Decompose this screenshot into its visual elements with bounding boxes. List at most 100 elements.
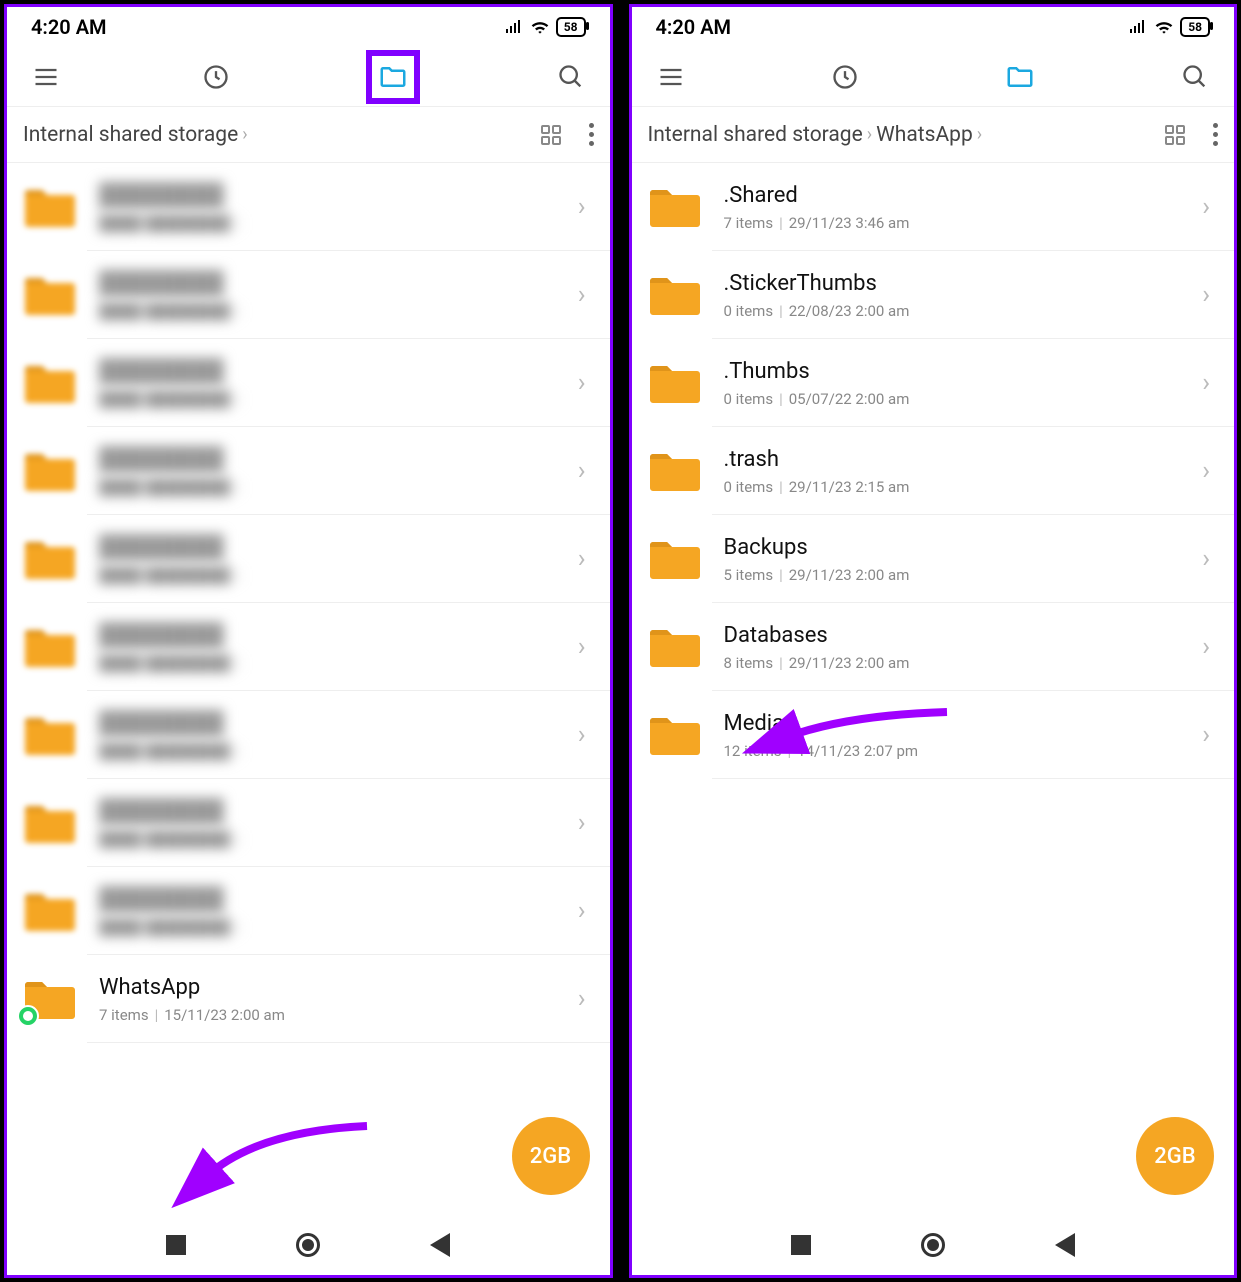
folder-icon xyxy=(23,977,75,1021)
nav-home[interactable] xyxy=(292,1229,324,1261)
folder-name: ████████ xyxy=(99,358,578,384)
list-item[interactable]: .Shared 7 items|29/11/23 3:46 am › xyxy=(632,163,1235,251)
folder-meta: 7 items|29/11/23 3:46 am xyxy=(724,214,1203,232)
folder-name: ████████ xyxy=(99,534,578,560)
list-item[interactable]: ████████ ████ ████████| › xyxy=(7,515,610,603)
folder-icon xyxy=(648,449,700,493)
chevron-right-icon: › xyxy=(1202,368,1234,398)
nav-home[interactable] xyxy=(917,1229,949,1261)
folder-name: Backups xyxy=(724,535,1203,560)
chevron-right-icon: › xyxy=(578,984,610,1014)
list-item[interactable]: ████████ ████ ████████| › xyxy=(7,603,610,691)
folder-meta: ████ ████████| xyxy=(99,566,578,584)
status-bar: 4:20 AM 58 xyxy=(632,7,1235,47)
folder-name: ████████ xyxy=(99,886,578,912)
list-item[interactable]: ████████ ████ ████████| › xyxy=(7,251,610,339)
folder-icon xyxy=(648,273,700,317)
more-button[interactable] xyxy=(589,123,594,146)
chevron-right-icon: › xyxy=(1202,280,1234,310)
list-item[interactable]: ████████ ████ ████████| › xyxy=(7,779,610,867)
folder-name: .Thumbs xyxy=(724,359,1203,384)
menu-button[interactable] xyxy=(27,58,65,96)
folder-meta: ████ ████████| xyxy=(99,390,578,408)
chevron-right-icon: › xyxy=(977,124,982,145)
list-item[interactable]: ████████ ████ ████████| › xyxy=(7,427,610,515)
folder-icon xyxy=(23,625,75,669)
toolbar xyxy=(632,47,1235,107)
list-item[interactable]: .Thumbs 0 items|05/07/22 2:00 am › xyxy=(632,339,1235,427)
chevron-right-icon: › xyxy=(578,368,610,398)
view-grid-button[interactable] xyxy=(539,123,563,147)
folder-tab-button[interactable] xyxy=(374,58,412,96)
folder-meta: 8 items|29/11/23 2:00 am xyxy=(724,654,1203,672)
phone-right: 4:20 AM 58 Internal shared storage › Wha… xyxy=(629,4,1238,1278)
folder-name: ████████ xyxy=(99,446,578,472)
list-item[interactable]: ████████ ████ ████████| › xyxy=(7,163,610,251)
list-item[interactable]: Databases 8 items|29/11/23 2:00 am › xyxy=(632,603,1235,691)
breadcrumb-item[interactable]: WhatsApp xyxy=(876,123,973,147)
file-list[interactable]: ████████ ████ ████████| › ████████ ████ … xyxy=(7,163,610,1215)
folder-tab-button[interactable] xyxy=(1001,58,1039,96)
breadcrumb-item[interactable]: Internal shared storage xyxy=(23,123,238,147)
chevron-right-icon: › xyxy=(578,192,610,222)
folder-icon xyxy=(23,361,75,405)
folder-meta: ████ ████████| xyxy=(99,302,578,320)
folder-name: ████████ xyxy=(99,270,578,296)
folder-name: WhatsApp xyxy=(99,975,578,1000)
folder-icon xyxy=(648,713,700,757)
folder-name: .Shared xyxy=(724,183,1203,208)
list-item[interactable]: ████████ ████ ████████| › xyxy=(7,867,610,955)
breadcrumb[interactable]: Internal shared storage › xyxy=(23,123,539,147)
list-item[interactable]: ████████ ████ ████████| › xyxy=(7,691,610,779)
storage-fab[interactable]: 2GB xyxy=(1136,1117,1214,1195)
folder-icon xyxy=(23,537,75,581)
folder-icon xyxy=(648,537,700,581)
breadcrumb-bar: Internal shared storage › WhatsApp › xyxy=(632,107,1235,163)
list-item[interactable]: .trash 0 items|29/11/23 2:15 am › xyxy=(632,427,1235,515)
clock: 4:20 AM xyxy=(656,15,732,39)
list-item[interactable]: Backups 5 items|29/11/23 2:00 am › xyxy=(632,515,1235,603)
chevron-right-icon: › xyxy=(1202,456,1234,486)
folder-icon xyxy=(23,185,75,229)
recent-button[interactable] xyxy=(197,58,235,96)
search-button[interactable] xyxy=(552,58,590,96)
storage-fab[interactable]: 2GB xyxy=(512,1117,590,1195)
folder-tab-highlight xyxy=(366,50,420,104)
list-item[interactable]: WhatsApp 7 items|15/11/23 2:00 am › xyxy=(7,955,610,1043)
file-list[interactable]: .Shared 7 items|29/11/23 3:46 am › .Stic… xyxy=(632,163,1235,1215)
phone-left: 4:20 AM 58 xyxy=(4,4,613,1278)
breadcrumb-item[interactable]: Internal shared storage xyxy=(648,123,863,147)
folder-name: ████████ xyxy=(99,622,578,648)
folder-name: .trash xyxy=(724,447,1203,472)
breadcrumb[interactable]: Internal shared storage › WhatsApp › xyxy=(648,123,1164,147)
nav-back[interactable] xyxy=(1049,1229,1081,1261)
nav-recents[interactable] xyxy=(785,1229,817,1261)
folder-icon xyxy=(23,801,75,845)
folder-icon xyxy=(23,273,75,317)
chevron-right-icon: › xyxy=(1202,632,1234,662)
folder-meta: 0 items|29/11/23 2:15 am xyxy=(724,478,1203,496)
chevron-right-icon: › xyxy=(578,632,610,662)
chevron-right-icon: › xyxy=(578,544,610,574)
folder-icon xyxy=(648,361,700,405)
folder-meta: ████ ████████| xyxy=(99,654,578,672)
folder-icon xyxy=(23,889,75,933)
list-item[interactable]: Media 12 items|14/11/23 2:07 pm › xyxy=(632,691,1235,779)
chevron-right-icon: › xyxy=(1202,192,1234,222)
nav-bar xyxy=(7,1215,610,1275)
nav-recents[interactable] xyxy=(160,1229,192,1261)
recent-button[interactable] xyxy=(826,58,864,96)
list-item[interactable]: ████████ ████ ████████| › xyxy=(7,339,610,427)
folder-icon xyxy=(23,713,75,757)
nav-bar xyxy=(632,1215,1235,1275)
more-button[interactable] xyxy=(1213,123,1218,146)
folder-icon xyxy=(648,625,700,669)
nav-back[interactable] xyxy=(424,1229,456,1261)
list-item[interactable]: .StickerThumbs 0 items|22/08/23 2:00 am … xyxy=(632,251,1235,339)
view-grid-button[interactable] xyxy=(1163,123,1187,147)
chevron-right-icon: › xyxy=(1202,544,1234,574)
menu-button[interactable] xyxy=(652,58,690,96)
folder-name: .StickerThumbs xyxy=(724,271,1203,296)
search-button[interactable] xyxy=(1176,58,1214,96)
folder-meta: 7 items|15/11/23 2:00 am xyxy=(99,1006,578,1024)
